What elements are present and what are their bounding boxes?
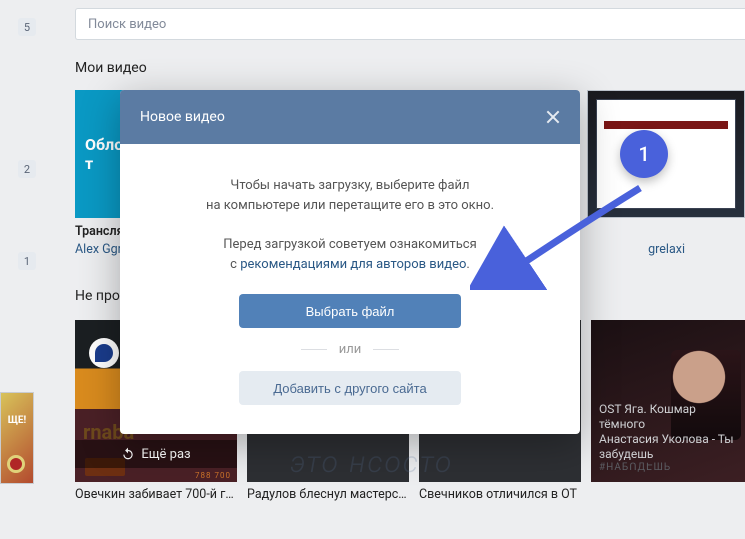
modal-text: на компьютере или перетащите его в это о… <box>206 198 494 213</box>
modal-title: Новое видео <box>140 109 225 125</box>
modal-text: . <box>466 257 469 272</box>
modal-text: Перед загрузкой советуем ознакомиться <box>223 237 477 252</box>
or-separator: или <box>339 342 362 357</box>
annotation-badge: 1 <box>620 130 668 178</box>
close-icon[interactable] <box>546 110 560 124</box>
select-file-button[interactable]: Выбрать файл <box>239 294 461 328</box>
modal-text: Чтобы начать загрузку, выберите файл <box>230 178 469 193</box>
recommendations-link[interactable]: рекомендациями для авторов видео <box>240 257 466 272</box>
modal-text: с <box>230 257 240 272</box>
add-from-site-button[interactable]: Добавить с другого сайта <box>239 371 461 405</box>
upload-modal: Новое видео Чтобы начать загрузку, выбер… <box>120 90 580 434</box>
